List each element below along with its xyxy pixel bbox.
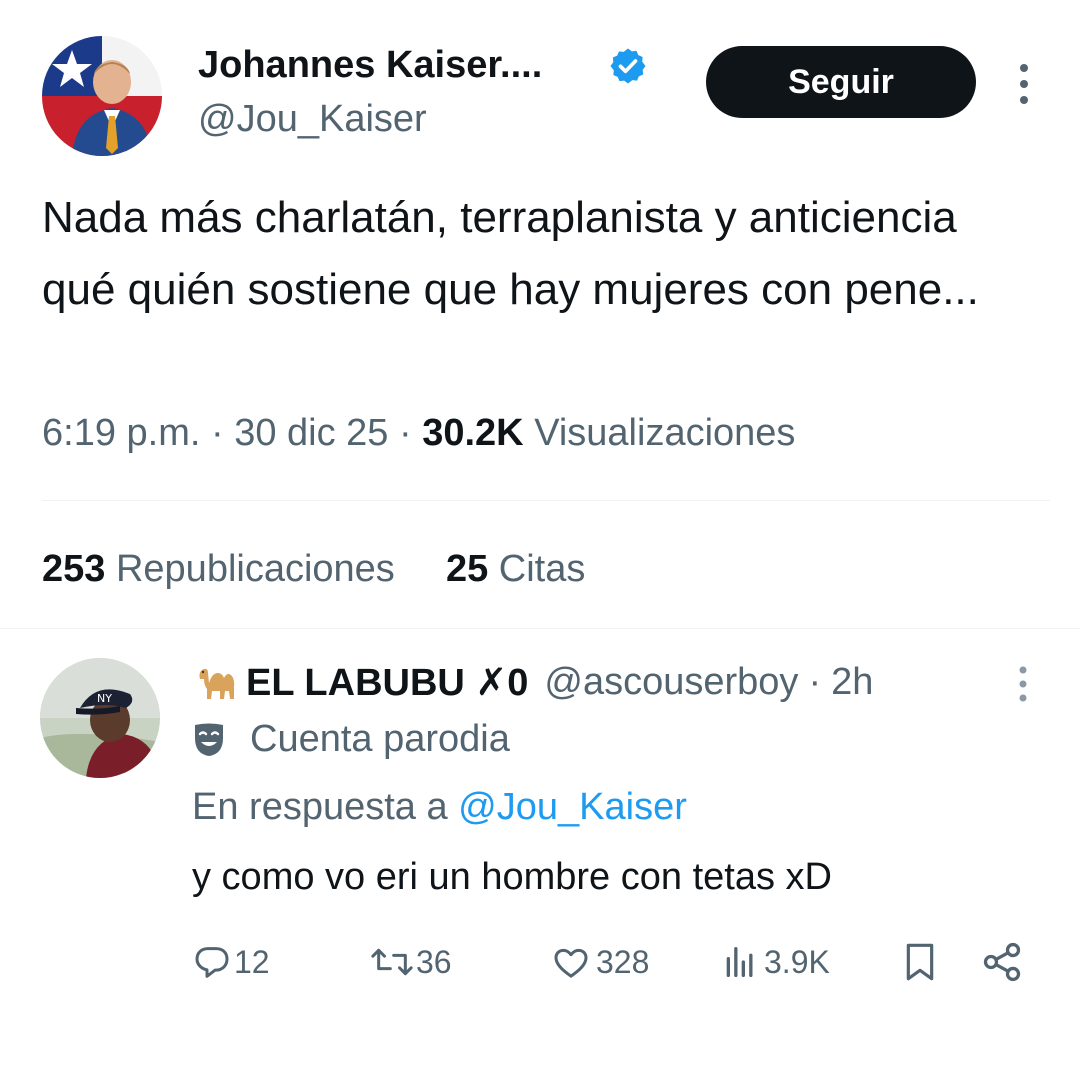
bookmark-action[interactable] [900,934,940,990]
repost-icon [368,942,416,982]
post-header: Johannes Kaiser.... @Jou_Kaiser Seguir [42,36,1052,156]
author-name[interactable]: Johannes Kaiser.... [198,44,542,87]
reply-icon [192,942,232,982]
bookmark-icon [900,940,940,984]
in-reply-to: En respuesta a @Jou_Kaiser [192,786,687,829]
parody-badge: Cuenta parodia [192,718,510,761]
reposts-count: 36 [416,943,452,980]
quotes-label: Citas [498,548,586,590]
reply-author-name[interactable]: EL LABUBU ✗0 [246,660,528,705]
parody-label: Cuenta parodia [250,718,510,760]
reply-text: y como vo eri un hombre con tetas xD [192,856,832,898]
parody-mask-icon [192,722,226,758]
follow-button[interactable]: Seguir [706,46,976,118]
in-reply-mention[interactable]: @Jou_Kaiser [458,786,687,828]
more-options-icon[interactable] [1012,664,1034,704]
reply-action[interactable]: 12 [192,934,270,990]
svg-text:NY: NY [97,692,112,705]
meta-separator: · [399,412,423,454]
views-icon [720,942,760,982]
meta-separator: · [210,412,235,454]
reposts-label: Republicaciones [115,548,395,590]
divider [42,500,1050,501]
reposts-stat[interactable]: 253 Republicaciones [42,548,405,590]
like-icon [550,942,592,982]
author-handle[interactable]: @Jou_Kaiser [198,98,427,141]
post-date[interactable]: 30 dic 25 [234,412,388,454]
reply-avatar[interactable]: NY [40,658,160,778]
reply-age[interactable]: 2h [831,661,873,704]
reposts-count: 253 [42,548,106,590]
post-text: Nada más charlatán, terraplanista y anti… [42,193,979,314]
camel-emoji-icon [192,661,244,705]
likes-count: 328 [596,943,650,980]
divider [0,628,1080,629]
more-options-icon[interactable] [1012,62,1036,106]
replies-count: 12 [234,943,270,980]
meta-separator: · [808,661,822,703]
post-meta: 6:19 p.m. · 30 dic 25 · 30.2K Visualizac… [42,412,795,455]
quotes-count: 25 [445,548,489,590]
reply-author-handle[interactable]: @ascouserboy [544,661,798,704]
share-icon [980,940,1024,984]
views-count-reply: 3.9K [764,943,830,980]
author-avatar[interactable] [42,36,162,156]
quotes-stat[interactable]: 25 Citas [446,548,585,590]
views-count: 30.2K [422,412,524,454]
share-action[interactable] [980,934,1024,990]
reply-action-bar: 12 36 328 3.9K [192,934,1042,990]
post-time[interactable]: 6:19 p.m. [42,412,200,454]
verified-badge-icon [608,46,648,86]
views-label: Visualizaciones [534,412,796,454]
engagement-stats: 253 Republicaciones 25 Citas [42,548,585,591]
repost-action[interactable]: 36 [368,934,452,990]
views-action[interactable]: 3.9K [720,934,830,990]
like-action[interactable]: 328 [550,934,649,990]
reply-header: EL LABUBU ✗0 @ascouserboy · 2h [192,660,873,705]
in-reply-prefix: En respuesta a [192,786,448,828]
